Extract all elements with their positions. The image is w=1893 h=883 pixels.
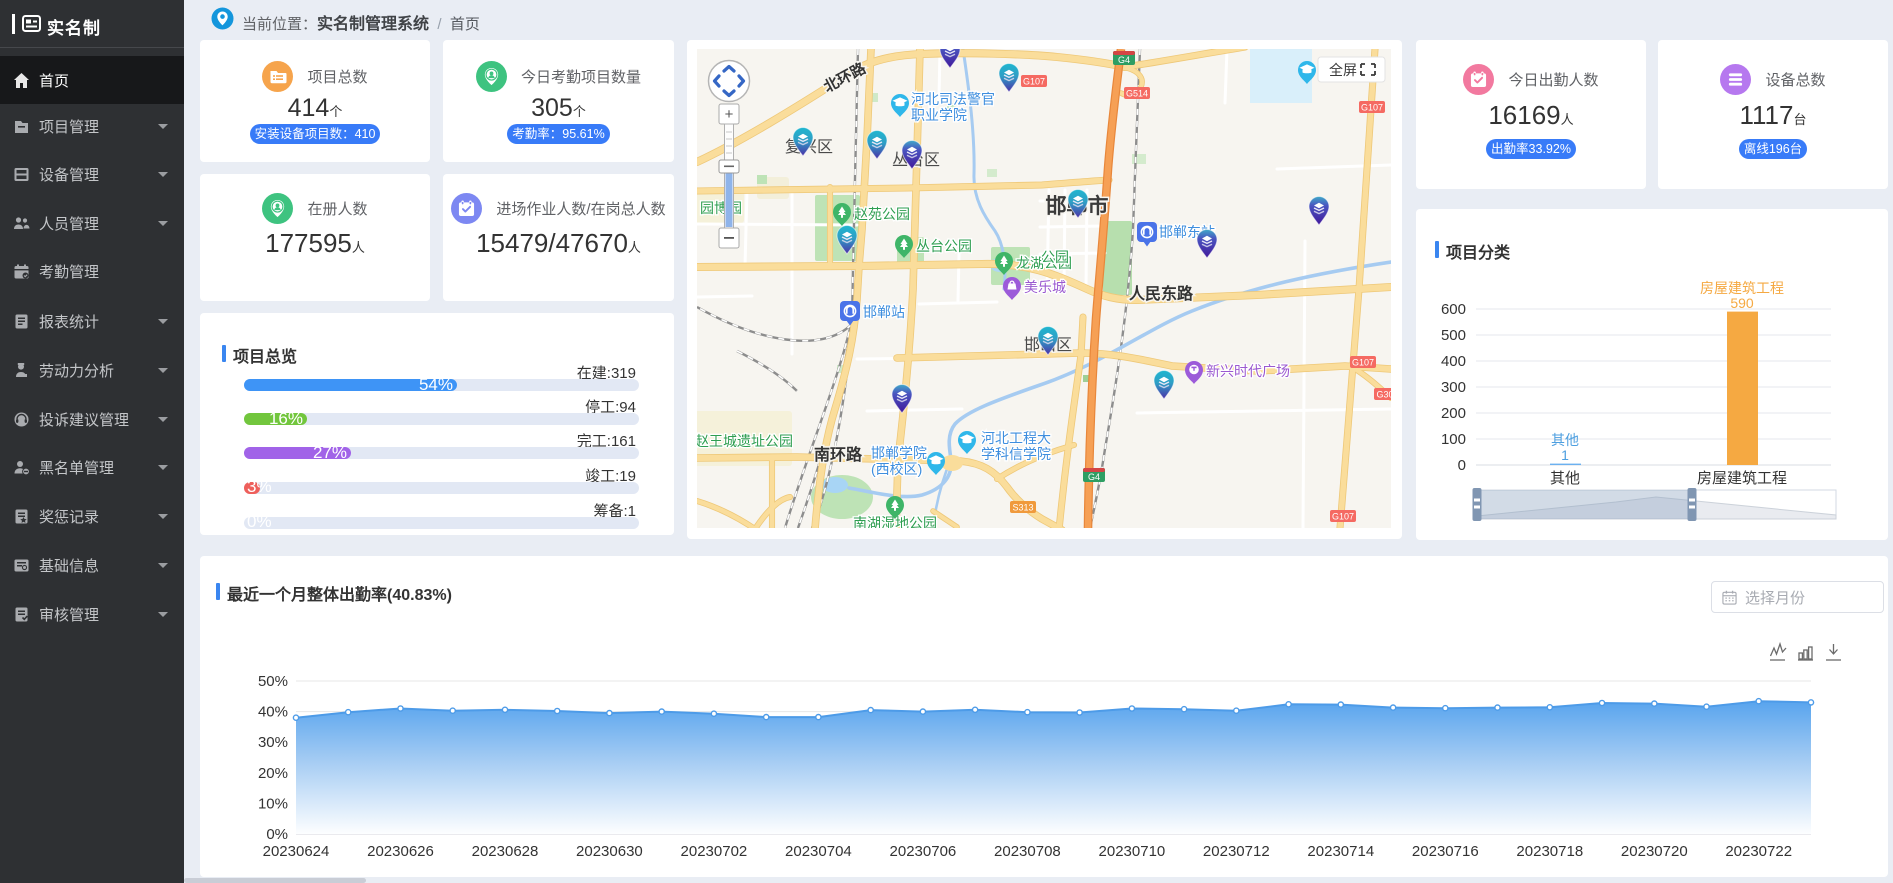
svg-text:赵王城遗址公园: 赵王城遗址公园 <box>697 433 793 449</box>
svg-text:400: 400 <box>1441 353 1466 370</box>
svg-text:200: 200 <box>1441 405 1466 422</box>
svg-text:+: + <box>725 106 734 123</box>
svg-text:河北司法警官: 河北司法警官 <box>911 91 995 107</box>
svg-text:20230706: 20230706 <box>890 843 957 860</box>
svg-text:G30: G30 <box>1376 390 1391 400</box>
svg-text:20230722: 20230722 <box>1725 843 1792 860</box>
svg-text:20230702: 20230702 <box>681 843 748 860</box>
svg-text:30%: 30% <box>258 734 288 751</box>
svg-text:学科信学院: 学科信学院 <box>981 446 1051 462</box>
svg-text:20230704: 20230704 <box>785 843 852 860</box>
svg-text:G107: G107 <box>1352 358 1374 368</box>
svg-text:南环路: 南环路 <box>814 445 863 464</box>
svg-text:G107: G107 <box>1361 103 1383 113</box>
svg-text:邯郸学院: 邯郸学院 <box>871 445 927 461</box>
svg-text:赵苑公园: 赵苑公园 <box>854 206 910 222</box>
svg-text:其他: 其他 <box>1550 470 1580 487</box>
svg-text:40%: 40% <box>258 704 288 721</box>
svg-text:20230710: 20230710 <box>1099 843 1166 860</box>
svg-text:邯郸站: 邯郸站 <box>863 304 905 320</box>
svg-text:50%: 50% <box>258 673 288 690</box>
svg-text:20230712: 20230712 <box>1203 843 1270 860</box>
svg-text:房屋建筑工程: 房屋建筑工程 <box>1697 470 1787 487</box>
svg-text:G107: G107 <box>1023 77 1045 87</box>
svg-text:全屏: 全屏 <box>1329 62 1357 78</box>
svg-text:0%: 0% <box>266 826 288 843</box>
svg-text:20230714: 20230714 <box>1307 843 1374 860</box>
svg-text:20230624: 20230624 <box>263 843 330 860</box>
svg-text:20230720: 20230720 <box>1621 843 1688 860</box>
svg-text:500: 500 <box>1441 327 1466 344</box>
svg-text:1: 1 <box>1561 447 1569 463</box>
svg-text:20%: 20% <box>258 765 288 782</box>
svg-text:590: 590 <box>1730 295 1754 311</box>
svg-text:20230716: 20230716 <box>1412 843 1479 860</box>
svg-text:(西校区): (西校区) <box>871 461 922 477</box>
svg-text:人民东路: 人民东路 <box>1129 284 1194 303</box>
svg-text:G4: G4 <box>1118 55 1130 65</box>
svg-text:10%: 10% <box>258 795 288 812</box>
svg-text:20230630: 20230630 <box>576 843 643 860</box>
svg-text:300: 300 <box>1441 379 1466 396</box>
svg-text:公园: 公园 <box>1041 249 1069 265</box>
svg-text:20230708: 20230708 <box>994 843 1061 860</box>
svg-text:0: 0 <box>1458 457 1466 474</box>
svg-text:职业学院: 职业学院 <box>911 107 967 123</box>
svg-text:美乐城: 美乐城 <box>1024 279 1066 295</box>
svg-text:20230626: 20230626 <box>367 843 434 860</box>
svg-text:园博园: 园博园 <box>700 200 742 216</box>
svg-text:20230628: 20230628 <box>472 843 539 860</box>
svg-text:600: 600 <box>1441 301 1466 318</box>
svg-text:S313: S313 <box>1012 503 1033 513</box>
svg-text:G4: G4 <box>1088 472 1100 482</box>
svg-text:新兴时代广场: 新兴时代广场 <box>1206 363 1290 379</box>
svg-text:G107: G107 <box>1332 512 1354 522</box>
svg-text:房屋建筑工程: 房屋建筑工程 <box>1700 280 1784 296</box>
svg-text:100: 100 <box>1441 431 1466 448</box>
svg-text:20230718: 20230718 <box>1516 843 1583 860</box>
svg-text:G514: G514 <box>1126 89 1148 99</box>
svg-text:其他: 其他 <box>1551 432 1579 448</box>
svg-text:丛台公园: 丛台公园 <box>916 238 972 254</box>
svg-text:河北工程大: 河北工程大 <box>981 430 1051 446</box>
